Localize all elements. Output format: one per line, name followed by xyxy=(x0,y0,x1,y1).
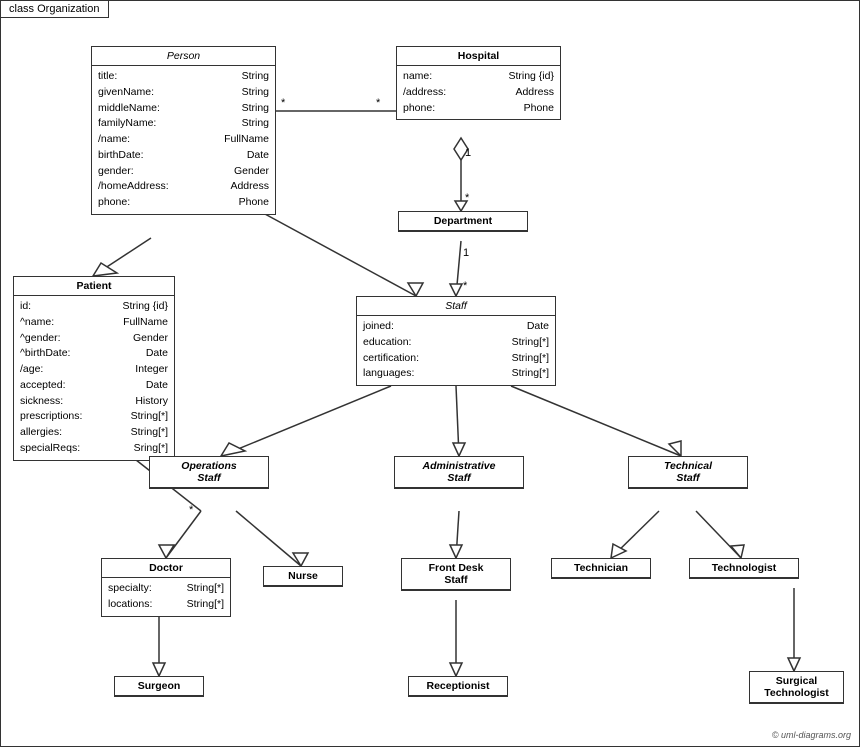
svg-text:*: * xyxy=(465,192,470,204)
patient-attrs: id:String {id} ^name:FullName ^gender:Ge… xyxy=(14,296,174,460)
surgical-technologist-class: SurgicalTechnologist xyxy=(749,671,844,704)
diagram-container: class Organization * * 1 * 1 * * * xyxy=(0,0,860,747)
surgeon-title: Surgeon xyxy=(115,677,203,696)
hospital-title: Hospital xyxy=(397,47,560,66)
svg-text:*: * xyxy=(376,97,381,109)
administrative-staff-title: AdministrativeStaff xyxy=(395,457,523,488)
staff-class: Staff joined:Date education:String[*] ce… xyxy=(356,296,556,386)
receptionist-title: Receptionist xyxy=(409,677,507,696)
surgeon-class: Surgeon xyxy=(114,676,204,697)
technician-title: Technician xyxy=(552,559,650,578)
technician-class: Technician xyxy=(551,558,651,579)
patient-class: Patient id:String {id} ^name:FullName ^g… xyxy=(13,276,175,461)
operations-staff-class: OperationsStaff xyxy=(149,456,269,489)
person-title: Person xyxy=(92,47,275,66)
front-desk-staff-class: Front DeskStaff xyxy=(401,558,511,591)
surgical-technologist-title: SurgicalTechnologist xyxy=(750,672,843,703)
receptionist-class: Receptionist xyxy=(408,676,508,697)
technical-staff-class: TechnicalStaff xyxy=(628,456,748,489)
technologist-title: Technologist xyxy=(690,559,798,578)
staff-attrs: joined:Date education:String[*] certific… xyxy=(357,316,555,385)
department-title: Department xyxy=(399,212,527,231)
operations-staff-title: OperationsStaff xyxy=(150,457,268,488)
svg-text:*: * xyxy=(281,97,286,109)
hospital-class: Hospital name:String {id} /address:Addre… xyxy=(396,46,561,120)
nurse-title: Nurse xyxy=(264,567,342,586)
doctor-title: Doctor xyxy=(102,559,230,578)
svg-text:*: * xyxy=(463,280,468,292)
person-class: Person title:String givenName:String mid… xyxy=(91,46,276,215)
doctor-attrs: specialty:String[*] locations:String[*] xyxy=(102,578,230,616)
hospital-attrs: name:String {id} /address:Address phone:… xyxy=(397,66,560,119)
doctor-class: Doctor specialty:String[*] locations:Str… xyxy=(101,558,231,617)
front-desk-staff-title: Front DeskStaff xyxy=(402,559,510,590)
department-class: Department xyxy=(398,211,528,232)
person-attrs: title:String givenName:String middleName… xyxy=(92,66,275,214)
svg-text:1: 1 xyxy=(463,247,469,259)
svg-text:*: * xyxy=(189,504,194,516)
diagram-title: class Organization xyxy=(1,1,109,18)
svg-text:1: 1 xyxy=(465,147,471,159)
staff-title: Staff xyxy=(357,297,555,316)
technologist-class: Technologist xyxy=(689,558,799,579)
patient-title: Patient xyxy=(14,277,174,296)
nurse-class: Nurse xyxy=(263,566,343,587)
administrative-staff-class: AdministrativeStaff xyxy=(394,456,524,489)
copyright: © uml-diagrams.org xyxy=(772,730,851,740)
technical-staff-title: TechnicalStaff xyxy=(629,457,747,488)
